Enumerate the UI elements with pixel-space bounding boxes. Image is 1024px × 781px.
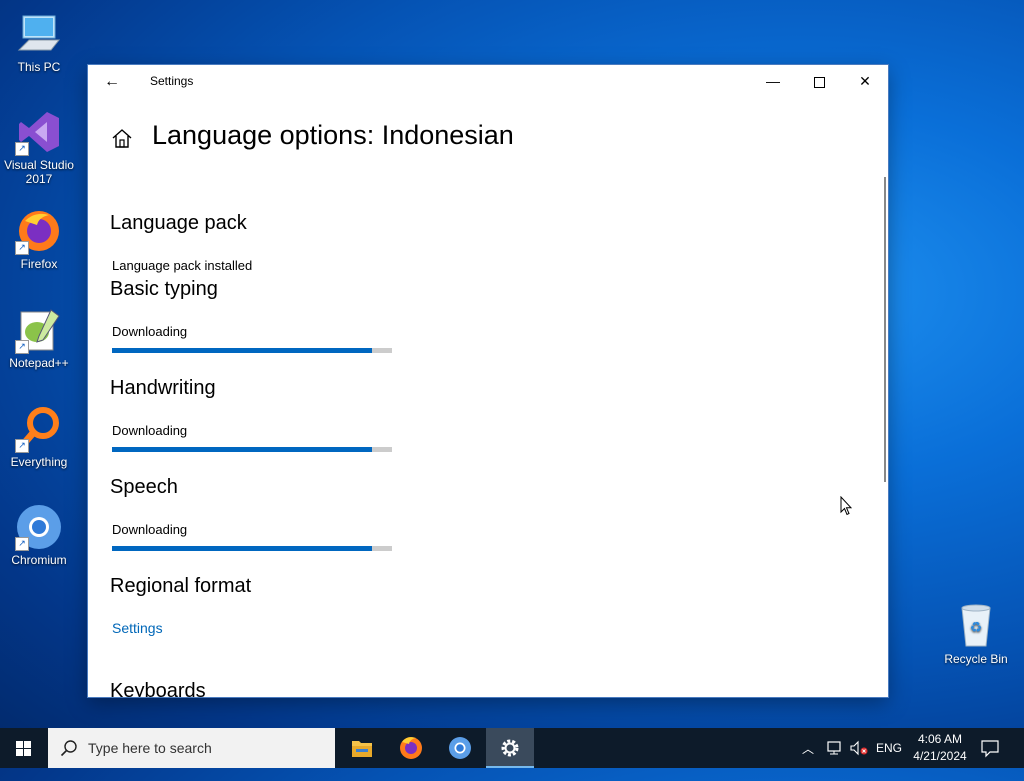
desktop-icon-notepad-plus-plus[interactable]: ↗ Notepad++ (1, 306, 77, 370)
search-placeholder: Type here to search (88, 740, 212, 756)
taskbar-search-box[interactable]: Type here to search (48, 728, 335, 768)
language-pack-status: Language pack installed (112, 258, 253, 273)
shortcut-arrow-icon: ↗ (15, 142, 29, 156)
desktop-icon-recycle-bin[interactable]: ♻ Recycle Bin (938, 602, 1014, 666)
mouse-cursor-icon (840, 495, 853, 516)
progress-fill (112, 546, 373, 551)
desktop-icon-label: Chromium (11, 553, 67, 567)
chromium-icon (449, 737, 471, 759)
visual-studio-icon: ↗ (15, 108, 63, 156)
title-bar[interactable]: ← Settings — ✕ (88, 65, 888, 99)
settings-window: ← Settings — ✕ Language options: Indones… (88, 65, 888, 697)
desktop-icon-firefox[interactable]: ↗ Firefox (1, 207, 77, 271)
desktop-icon-label: Everything (10, 455, 68, 469)
minimize-button[interactable]: — (750, 65, 796, 97)
desktop-icon-label: Notepad++ (9, 356, 69, 370)
computer-icon (15, 10, 63, 58)
section-heading-language-pack: Language pack (110, 212, 247, 234)
firefox-icon (400, 737, 422, 759)
desktop-icon-this-pc[interactable]: This PC (1, 10, 77, 74)
speech-status: Downloading (112, 522, 188, 537)
handwriting-status: Downloading (112, 423, 188, 438)
show-hidden-icons-button[interactable]: ︿ (802, 740, 820, 780)
progress-fill (112, 348, 373, 353)
handwriting-progress-bar (112, 447, 392, 452)
back-button[interactable]: ← (98, 71, 126, 93)
basic-typing-progress-bar (112, 348, 392, 353)
firefox-icon: ↗ (15, 207, 63, 255)
action-center-button[interactable] (980, 738, 1004, 778)
clock[interactable]: 4:06 AM 4/21/2024 (905, 731, 975, 765)
basic-typing-status: Downloading (112, 324, 188, 339)
progress-fill (112, 447, 373, 452)
volume-muted-icon[interactable] (849, 740, 869, 780)
section-heading-basic-typing: Basic typing (110, 278, 218, 300)
taskbar-firefox[interactable] (387, 728, 435, 768)
gear-icon (501, 739, 519, 757)
section-heading-handwriting: Handwriting (110, 377, 216, 399)
windows-logo-icon (16, 741, 31, 756)
close-icon: ✕ (859, 73, 871, 89)
section-heading-regional-format: Regional format (110, 575, 252, 597)
window-title: Settings (150, 74, 194, 88)
notepad-plus-plus-icon: ↗ (15, 306, 63, 354)
desktop-icon-label: This PC (17, 60, 61, 74)
shortcut-arrow-icon: ↗ (15, 340, 29, 354)
start-button[interactable] (0, 728, 48, 768)
arrow-left-icon: ← (104, 73, 120, 90)
notification-icon (981, 740, 999, 758)
taskbar: Type here to search ︿ ENG 4:06 AM 4/21/2… (0, 728, 1024, 768)
desktop-icon-label: Visual Studio 2017 (4, 158, 74, 186)
speech-progress-bar (112, 546, 392, 551)
input-language-indicator[interactable]: ENG (876, 741, 902, 781)
home-icon[interactable] (110, 127, 134, 151)
maximize-icon (813, 76, 825, 88)
shortcut-arrow-icon: ↗ (15, 241, 29, 255)
taskbar-file-explorer[interactable] (338, 728, 386, 768)
network-icon[interactable] (826, 740, 844, 780)
desktop-icon-chromium[interactable]: ↗ Chromium (1, 503, 77, 567)
page-title: Language options: Indonesian (152, 120, 514, 150)
chromium-icon: ↗ (15, 503, 63, 551)
clock-time: 4:06 AM (917, 732, 963, 746)
search-icon (60, 739, 78, 757)
recycle-bin-label: Recycle Bin (944, 652, 1008, 666)
taskbar-settings[interactable] (486, 728, 534, 768)
section-heading-speech: Speech (110, 476, 178, 498)
chevron-up-icon: ︿ (802, 742, 815, 756)
recycle-bin-icon: ♻ (952, 602, 1000, 648)
svg-text:♻: ♻ (970, 620, 983, 636)
shortcut-arrow-icon: ↗ (15, 537, 29, 551)
folder-icon (352, 741, 372, 757)
desktop-icon-visual-studio[interactable]: ↗ Visual Studio 2017 (1, 108, 77, 186)
maximize-button[interactable] (796, 65, 842, 97)
section-heading-keyboards: Keyboards (110, 680, 206, 697)
everything-search-icon: ↗ (15, 405, 63, 453)
minimize-icon: — (766, 73, 780, 89)
desktop-icon-label: Firefox (20, 257, 58, 271)
clock-date: 4/21/2024 (913, 749, 967, 763)
shortcut-arrow-icon: ↗ (15, 439, 29, 453)
close-button[interactable]: ✕ (842, 65, 888, 97)
desktop-icon-everything[interactable]: ↗ Everything (1, 405, 77, 469)
regional-format-settings-link[interactable]: Settings (112, 620, 163, 636)
scrollbar[interactable] (884, 177, 886, 482)
taskbar-chromium[interactable] (436, 728, 484, 768)
